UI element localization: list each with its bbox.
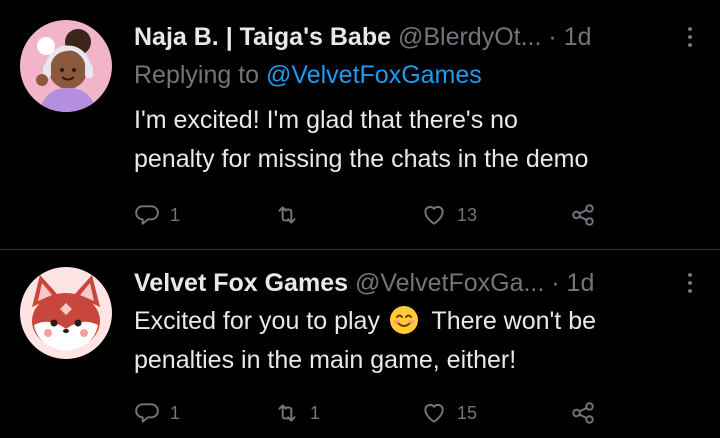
reply-count: 1 bbox=[170, 402, 181, 423]
tweet-actions: 1 1 15 bbox=[134, 398, 614, 428]
tweet-actions: 1 13 bbox=[134, 200, 614, 230]
reply-icon bbox=[135, 403, 159, 423]
smiling-face-emoji-icon bbox=[389, 306, 418, 334]
like-button[interactable]: 15 bbox=[421, 398, 477, 428]
avatar[interactable] bbox=[20, 267, 112, 359]
author-name[interactable]: Naja B. | Taiga's Babe bbox=[134, 23, 391, 51]
tweet-text-line: penalty for missing the chats in the dem… bbox=[134, 145, 589, 173]
tweet-text: I'm excited! I'm glad that there's no pe… bbox=[134, 101, 704, 179]
more-icon[interactable] bbox=[686, 270, 694, 296]
reply-icon bbox=[135, 205, 159, 225]
author-handle[interactable]: @BlerdyOt... bbox=[398, 23, 541, 51]
reply-button[interactable]: 1 bbox=[134, 398, 180, 428]
tweet-text-part: There won't be bbox=[431, 307, 597, 335]
replying-to: Replying to @VelvetFoxGames bbox=[134, 58, 482, 92]
separator: · bbox=[548, 23, 557, 51]
like-icon bbox=[424, 205, 444, 225]
avatar[interactable] bbox=[20, 20, 112, 112]
author-name[interactable]: Velvet Fox Games bbox=[134, 269, 348, 297]
share-icon bbox=[572, 204, 594, 226]
tweet-text-part: Excited for you to play bbox=[134, 307, 380, 335]
tweet-text-line: Excited for you to play There won't be bbox=[134, 302, 704, 341]
replying-prefix: Replying to bbox=[134, 61, 260, 89]
reply-button[interactable]: 1 bbox=[134, 200, 180, 230]
reply-count: 1 bbox=[170, 204, 181, 225]
retweet-button[interactable]: 1 bbox=[274, 398, 320, 428]
timestamp[interactable]: 1d bbox=[567, 269, 595, 297]
like-count: 15 bbox=[457, 402, 478, 423]
retweet-icon bbox=[278, 404, 296, 422]
like-icon bbox=[424, 403, 444, 423]
separator: · bbox=[551, 269, 560, 297]
like-button[interactable]: 13 bbox=[421, 200, 477, 230]
retweet-icon bbox=[278, 206, 296, 224]
more-icon[interactable] bbox=[686, 24, 694, 50]
retweet-count: 1 bbox=[310, 402, 321, 423]
like-count: 13 bbox=[457, 204, 478, 225]
author-handle[interactable]: @VelvetFoxGa... bbox=[355, 269, 544, 297]
tweet-header: Velvet Fox Games @VelvetFoxGa... · 1d bbox=[134, 266, 694, 300]
tweet-text: Excited for you to play There won't be p… bbox=[134, 302, 704, 380]
mention-link[interactable]: @VelvetFoxGames bbox=[266, 61, 482, 89]
share-button[interactable] bbox=[570, 200, 596, 230]
timestamp[interactable]: 1d bbox=[564, 23, 592, 51]
retweet-button[interactable] bbox=[274, 200, 310, 230]
tweet-text-line: penalties in the main game, either! bbox=[134, 346, 517, 374]
tweet-header: Naja B. | Taiga's Babe @BlerdyOt... · 1d bbox=[134, 20, 694, 54]
share-button[interactable] bbox=[570, 398, 596, 428]
tweet[interactable]: Naja B. | Taiga's Babe @BlerdyOt... · 1d… bbox=[0, 0, 720, 250]
share-icon bbox=[572, 402, 594, 424]
tweet[interactable]: Velvet Fox Games @VelvetFoxGa... · 1d Ex… bbox=[0, 250, 720, 438]
tweet-text-line: I'm excited! I'm glad that there's no bbox=[134, 106, 518, 134]
